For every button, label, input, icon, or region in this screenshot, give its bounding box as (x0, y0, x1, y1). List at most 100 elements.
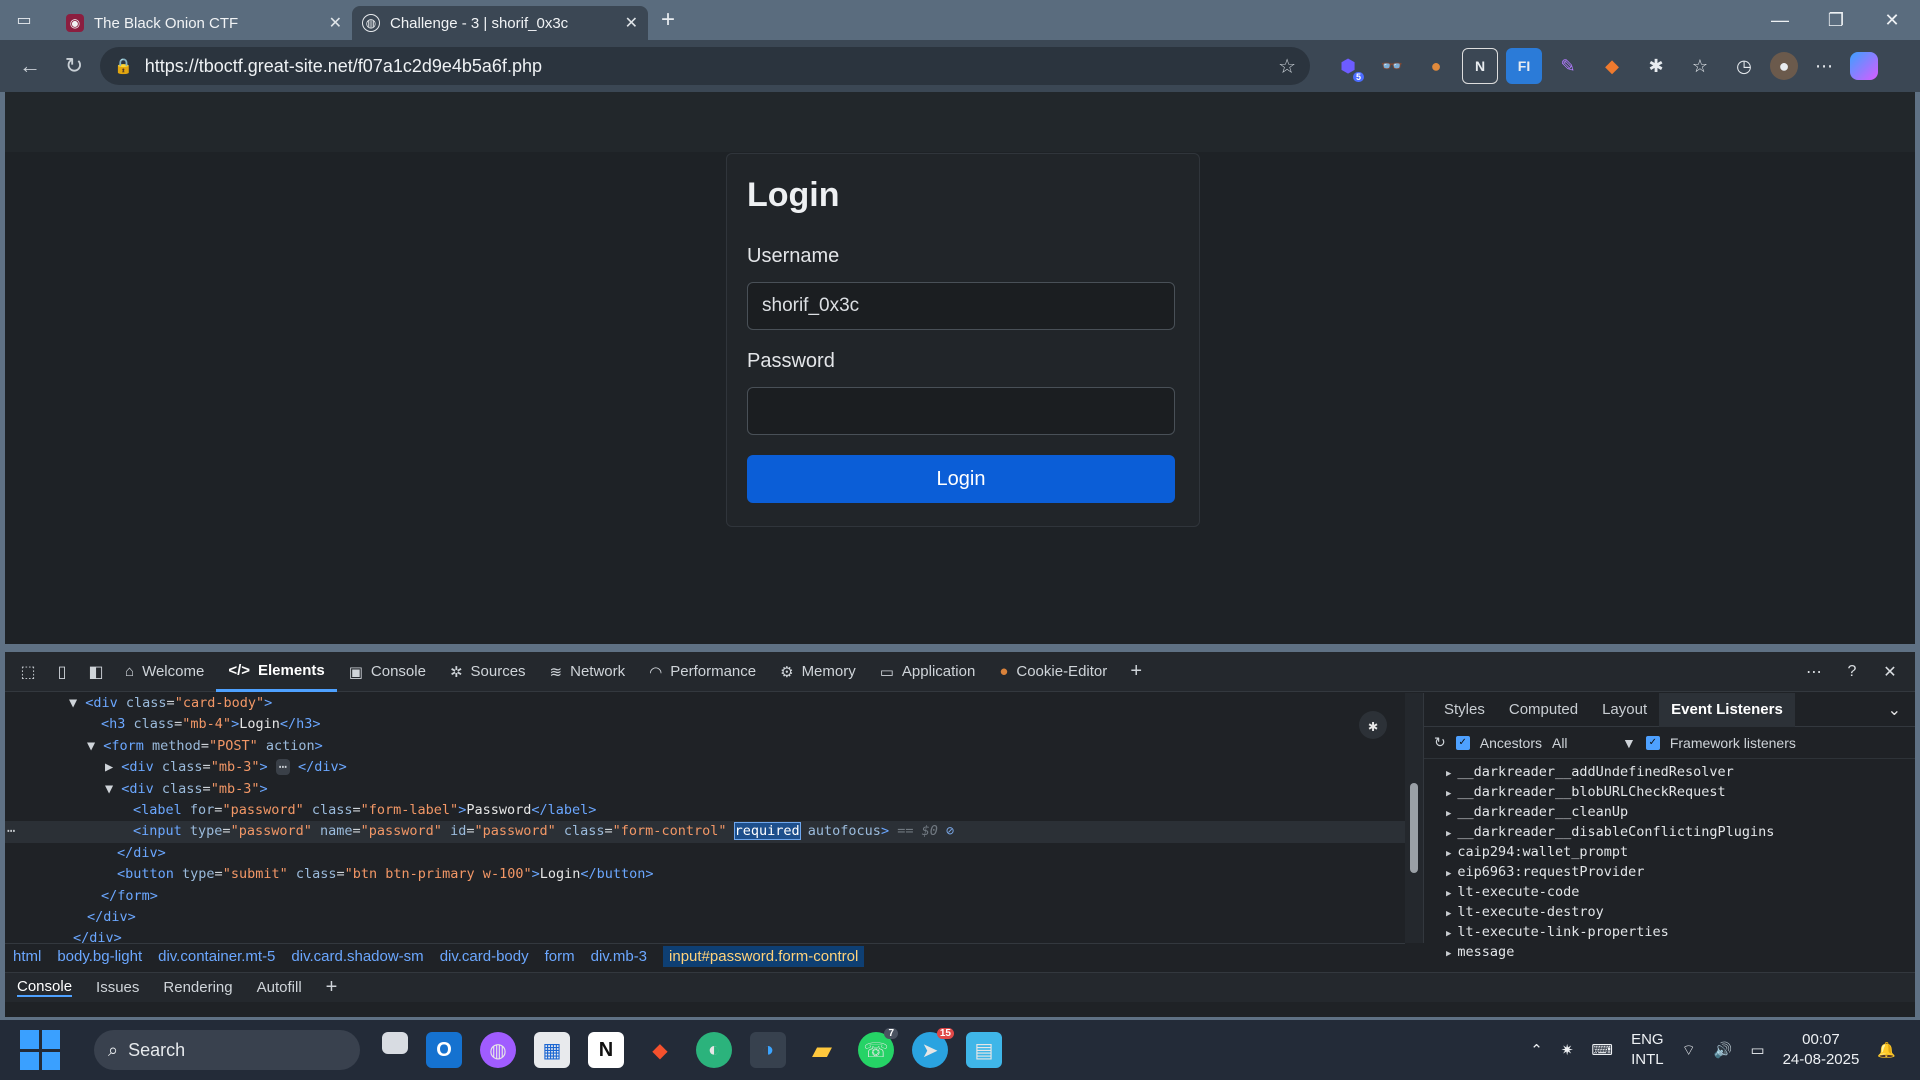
favorite-star-icon[interactable]: ☆ (1278, 54, 1296, 79)
listener-item[interactable]: caip294:wallet_prompt (1424, 842, 1915, 862)
add-tool-icon[interactable]: + (1119, 655, 1153, 689)
whatsapp-icon[interactable]: ☏ 7 (858, 1028, 898, 1068)
edge-icon[interactable]: ◐ (696, 1032, 732, 1068)
drawer-tab-autofill[interactable]: Autofill (257, 979, 302, 996)
scrollbar-thumb[interactable] (1410, 783, 1418, 873)
dom-line[interactable]: </div> (5, 843, 1405, 864)
tab-event-listeners[interactable]: Event Listeners (1659, 692, 1795, 727)
listener-item[interactable]: __darkreader__addUndefinedResolver (1424, 762, 1915, 782)
listener-item[interactable]: __darkreader__cleanUp (1424, 802, 1915, 822)
breadcrumb-item[interactable]: body.bg-light (57, 948, 142, 965)
new-tab-button[interactable]: + (648, 0, 688, 40)
language-indicator[interactable]: ENG INTL (1631, 1030, 1664, 1070)
tab-styles[interactable]: Styles (1432, 693, 1497, 727)
dom-line[interactable]: <button type="submit" class="btn btn-pri… (5, 864, 1405, 885)
username-input[interactable]: shorif_0x3c (747, 282, 1175, 330)
required-attribute[interactable]: required (733, 822, 801, 841)
tab-memory[interactable]: ⚙ Memory (768, 652, 868, 692)
chevron-down-icon[interactable]: ⌄ (1888, 700, 1915, 720)
drawer-tab-issues[interactable]: Issues (96, 979, 139, 996)
notion-extension-icon[interactable]: N (1462, 48, 1498, 84)
close-window-icon[interactable]: ✕ (1864, 0, 1920, 40)
dom-line[interactable]: ▶ <div class="mb-3"> ⋯ </div> (5, 757, 1405, 778)
notion-icon[interactable]: N (588, 1032, 624, 1068)
framework-listeners-checkbox[interactable]: ✓ (1645, 735, 1660, 750)
address-bar[interactable]: 🔒 https://tboctf.great-site.net/f07a1c2d… (100, 47, 1310, 85)
expand-arrow-icon[interactable]: ▶ (105, 759, 121, 775)
copilot-icon[interactable] (1850, 52, 1878, 80)
puzzle-extensions-icon[interactable]: ✱ (1638, 48, 1674, 84)
store-icon[interactable]: ▦ (534, 1032, 570, 1068)
drawer-tab-console[interactable]: Console (17, 978, 73, 997)
close-tab-icon[interactable]: ✕ (329, 13, 342, 33)
breadcrumb-item[interactable]: form (545, 948, 575, 965)
taskbar-search[interactable]: ⌕ Search (94, 1030, 360, 1070)
dock-side-icon[interactable]: ◧ (79, 655, 113, 689)
close-devtools-icon[interactable]: ✕ (1875, 657, 1905, 687)
site-info-icon[interactable]: 🔒 (114, 57, 133, 75)
collapse-arrow-icon[interactable]: ▼ (87, 738, 103, 754)
dropdown-arrow-icon[interactable]: ▼ (1622, 735, 1636, 751)
drawer-tab-rendering[interactable]: Rendering (163, 979, 232, 996)
login-button[interactable]: Login (747, 455, 1175, 503)
back-icon[interactable]: ← (12, 48, 48, 84)
breadcrumb-item[interactable]: div.container.mt-5 (158, 948, 275, 965)
tab-elements[interactable]: </> Elements (216, 652, 337, 692)
ellipsis-icon[interactable]: ⋯ (275, 759, 290, 776)
dom-line[interactable]: ▼ <div class="card-body"> (5, 693, 1405, 714)
more-options-icon[interactable]: ⋯ (1799, 657, 1829, 687)
fox-extension-icon[interactable]: ◆ (1594, 48, 1630, 84)
profile-avatar[interactable]: ● (1770, 52, 1798, 80)
fi-extension-icon[interactable]: FI (1506, 48, 1542, 84)
tray-overflow-icon[interactable]: ⌃ (1530, 1041, 1543, 1059)
volume-icon[interactable]: 🔊 (1714, 1041, 1733, 1059)
outlook-icon[interactable]: O (426, 1032, 462, 1068)
dom-line[interactable]: <label for="password" class="form-label"… (5, 800, 1405, 821)
password-input[interactable] (747, 387, 1175, 435)
listener-item[interactable]: lt-execute-code (1424, 882, 1915, 902)
device-toolbar-icon[interactable]: ▯ (45, 655, 79, 689)
cookie-extension-icon[interactable]: ● (1418, 48, 1454, 84)
add-drawer-tab-icon[interactable]: + (326, 976, 338, 999)
listener-item[interactable]: eip6963:requestProvider (1424, 862, 1915, 882)
windows-start-icon[interactable] (20, 1030, 60, 1070)
extension-hexagon-icon[interactable]: ⬢ 5 (1330, 48, 1366, 84)
breadcrumb-item[interactable]: div.card.shadow-sm (291, 948, 423, 965)
listener-item[interactable]: lt-execute-destroy (1424, 902, 1915, 922)
refresh-icon[interactable]: ↻ (56, 48, 92, 84)
clock[interactable]: 00:07 24-08-2025 (1783, 1030, 1860, 1070)
dom-line[interactable]: </form> (5, 886, 1405, 907)
dom-scrollbar[interactable] (1405, 693, 1423, 943)
tab-console[interactable]: ▣ Console (337, 652, 438, 692)
collapse-arrow-icon[interactable]: ▼ (69, 695, 85, 711)
tab-cookie-editor[interactable]: ● Cookie-Editor (987, 652, 1119, 692)
more-menu-icon[interactable]: ⋯ (1806, 48, 1842, 84)
help-icon[interactable]: ? (1837, 657, 1867, 687)
tab-performance[interactable]: ◠ Performance (637, 652, 768, 692)
dom-line[interactable]: ▼ <form method="POST" action> (5, 736, 1405, 757)
dom-line[interactable]: </div> (5, 907, 1405, 928)
breadcrumb-item[interactable]: div.card-body (440, 948, 529, 965)
tab-welcome[interactable]: ⌂ Welcome (113, 652, 216, 692)
badge-icon[interactable]: ⊘ (946, 823, 954, 839)
inspect-element-icon[interactable]: ⬚ (11, 655, 45, 689)
listener-item[interactable]: lt-execute-link-properties (1424, 922, 1915, 942)
tab-challenge-3[interactable]: ◍ Challenge - 3 | shorif_0x3c ✕ (352, 6, 648, 40)
more-actions-icon[interactable]: ⋯ (7, 821, 15, 842)
messenger-icon[interactable]: ◍ (480, 1032, 516, 1068)
wifi-icon[interactable]: ⌔ (1682, 1041, 1696, 1060)
minimize-icon[interactable]: — (1752, 0, 1808, 40)
spy-extension-icon[interactable]: 👓 (1374, 48, 1410, 84)
tab-network[interactable]: ≋ Network (538, 652, 638, 692)
breadcrumb-item[interactable]: div.mb-3 (591, 948, 647, 965)
battery-icon[interactable]: ▭ (1750, 1041, 1764, 1059)
collapse-arrow-icon[interactable]: ▼ (105, 781, 121, 797)
accessibility-icon[interactable]: ✱ (1359, 711, 1387, 739)
listener-item[interactable]: __darkreader__blobURLCheckRequest (1424, 782, 1915, 802)
ancestors-checkbox[interactable]: ✓ (1455, 735, 1470, 750)
brightness-icon[interactable]: ✷ (1561, 1041, 1574, 1059)
brave-icon[interactable]: ◆ (642, 1032, 678, 1068)
listener-item[interactable]: __darkreader__disableConflictingPlugins (1424, 822, 1915, 842)
dom-line[interactable]: ▼ <div class="mb-3"> (5, 779, 1405, 800)
dom-tree[interactable]: ▼ <div class="card-body"> <h3 class="mb-… (5, 693, 1405, 943)
